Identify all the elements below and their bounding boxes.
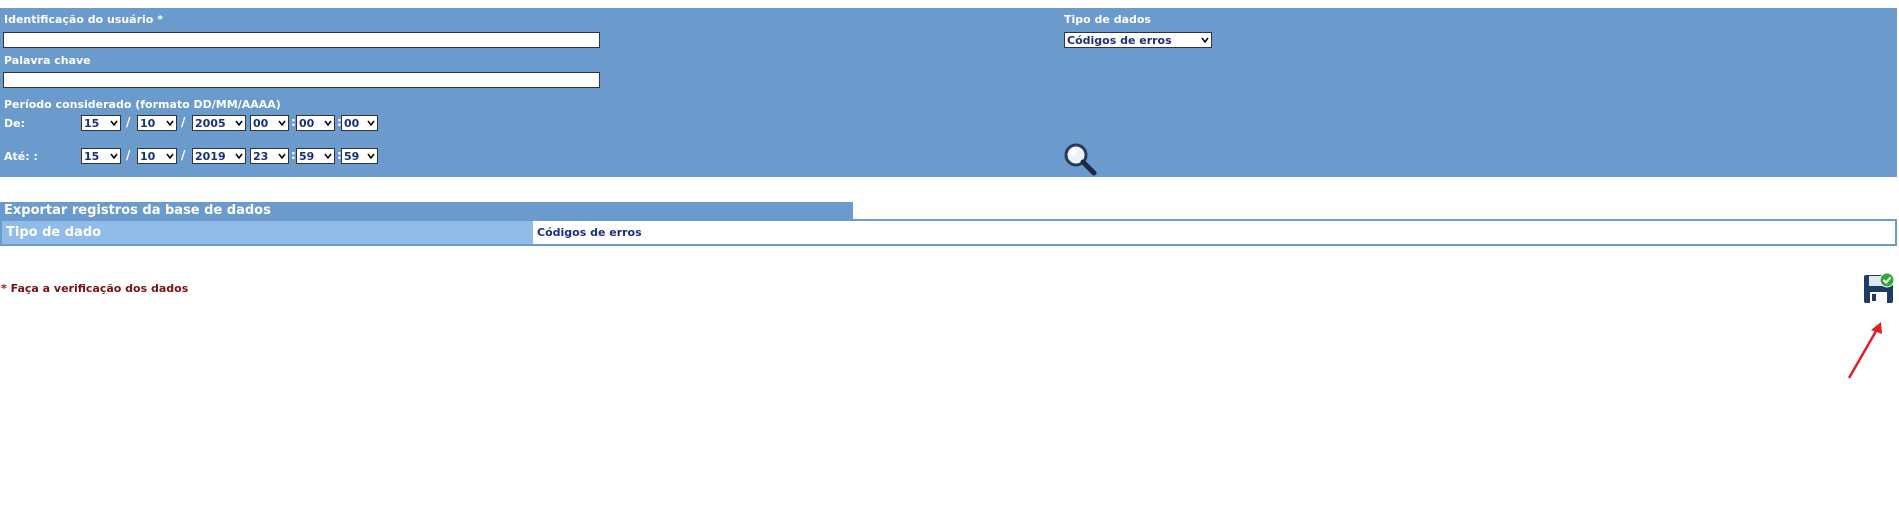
from-minute-select[interactable]: 00 bbox=[296, 115, 335, 131]
export-row-key: Tipo de dado bbox=[2, 221, 533, 244]
save-verify-button[interactable] bbox=[1863, 272, 1895, 304]
date-separator: / bbox=[126, 115, 131, 129]
user-id-input[interactable] bbox=[3, 32, 600, 48]
date-separator: / bbox=[181, 115, 186, 129]
chevron-down-icon bbox=[278, 120, 286, 127]
chevron-down-icon bbox=[367, 153, 375, 160]
red-arrow-annotation bbox=[1847, 322, 1882, 379]
filter-panel: Identificação do usuário * Palavra chave… bbox=[0, 8, 1897, 177]
chevron-down-icon bbox=[324, 120, 332, 127]
to-second-select[interactable]: 59 bbox=[341, 148, 378, 164]
search-button[interactable] bbox=[1062, 142, 1098, 176]
chevron-down-icon bbox=[235, 153, 243, 160]
from-label: De: bbox=[4, 117, 25, 130]
chevron-down-icon bbox=[1201, 37, 1209, 44]
chevron-down-icon bbox=[367, 120, 375, 127]
from-day-select[interactable]: 15 bbox=[81, 115, 121, 131]
from-year-select[interactable]: 2005 bbox=[192, 115, 246, 131]
to-day-select[interactable]: 15 bbox=[81, 148, 121, 164]
search-icon bbox=[1064, 143, 1097, 176]
chevron-down-icon bbox=[166, 120, 174, 127]
verification-note: * Faça a verificação dos dados bbox=[1, 282, 188, 295]
from-hour-select[interactable]: 00 bbox=[250, 115, 289, 131]
keyword-input[interactable] bbox=[3, 72, 600, 88]
from-month-select[interactable]: 10 bbox=[137, 115, 177, 131]
chevron-down-icon bbox=[110, 120, 118, 127]
chevron-down-icon bbox=[324, 153, 332, 160]
to-minute-select[interactable]: 59 bbox=[296, 148, 335, 164]
chevron-down-icon bbox=[278, 153, 286, 160]
date-separator: / bbox=[181, 148, 186, 162]
chevron-down-icon bbox=[110, 153, 118, 160]
export-row-value: Códigos de erros bbox=[537, 226, 642, 239]
save-verify-icon bbox=[1864, 272, 1895, 303]
chevron-down-icon bbox=[166, 153, 174, 160]
to-year-select[interactable]: 2019 bbox=[192, 148, 246, 164]
data-type-select[interactable]: Códigos de erros bbox=[1064, 32, 1212, 48]
keyword-label: Palavra chave bbox=[4, 54, 91, 67]
user-id-label: Identificação do usuário * bbox=[4, 13, 163, 26]
to-label: Até: : bbox=[4, 150, 38, 163]
data-type-label: Tipo de dados bbox=[1064, 13, 1151, 26]
from-second-select[interactable]: 00 bbox=[341, 115, 378, 131]
export-data-type-row: Tipo de dado Códigos de erros bbox=[0, 219, 1897, 246]
to-hour-select[interactable]: 23 bbox=[250, 148, 289, 164]
required-marker: * bbox=[1, 282, 7, 295]
period-label: Período considerado (formato DD/MM/AAAA) bbox=[4, 98, 281, 111]
date-separator: / bbox=[126, 148, 131, 162]
verification-note-text: Faça a verificação dos dados bbox=[10, 282, 189, 295]
chevron-down-icon bbox=[235, 120, 243, 127]
export-section-title: Exportar registros da base de dados bbox=[0, 202, 853, 219]
to-month-select[interactable]: 10 bbox=[137, 148, 177, 164]
data-type-selected-value: Códigos de erros bbox=[1067, 33, 1172, 47]
